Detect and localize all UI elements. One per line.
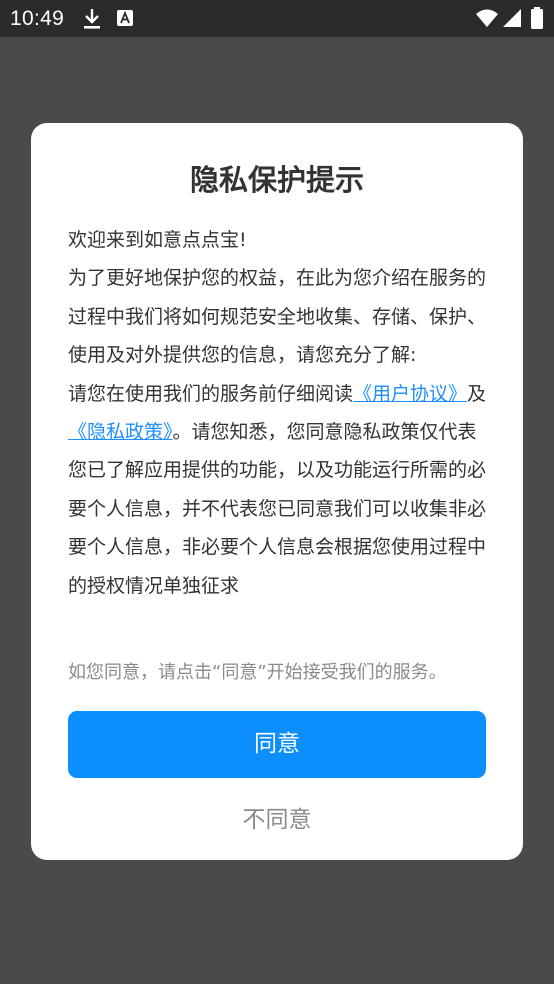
agree-button[interactable]: 同意 (68, 711, 486, 778)
disagree-button[interactable]: 不同意 (68, 798, 486, 842)
signal-icon (503, 9, 521, 27)
user-agreement-link[interactable]: 《用户协议》 (353, 383, 467, 405)
privacy-dialog: 隐私保护提示 欢迎来到如意点点宝! 为了更好地保护您的权益，在此为您介绍在服务的… (31, 123, 523, 860)
read-suffix-text: 。请您知悉，您同意隐私政策仅代表您已了解应用提供的功能，以及功能运行所需的必要个… (68, 421, 487, 597)
battery-icon (531, 7, 543, 29)
read-prefix-text: 请您在使用我们的服务前仔细阅读 (68, 382, 354, 405)
font-a-icon (117, 10, 133, 26)
intro-text: 为了更好地保护您的权益，在此为您介绍在服务的过程中我们将如何规范安全地收集、存储… (68, 267, 487, 367)
status-bar: 10:49 (0, 0, 554, 37)
privacy-body-text: 欢迎来到如意点点宝! 为了更好地保护您的权益，在此为您介绍在服务的过程中我们将如… (68, 221, 488, 645)
reading-paragraph: 请您在使用我们的服务前仔细阅读《用户协议》及《隐私政策》。请您知悉，您同意隐私政… (68, 375, 488, 605)
dialog-title: 隐私保护提示 (189, 163, 364, 197)
wifi-icon (476, 9, 498, 27)
privacy-policy-link[interactable]: 《隐私政策》 (68, 421, 173, 443)
status-time: 10:49 (10, 7, 65, 30)
download-icon (84, 9, 100, 29)
consent-hint: 如您同意，请点击“同意”开始接受我们的服务。 (68, 662, 447, 683)
greeting-text: 欢迎来到如意点点宝! (68, 229, 247, 251)
conjunction-text: 及 (467, 382, 487, 405)
